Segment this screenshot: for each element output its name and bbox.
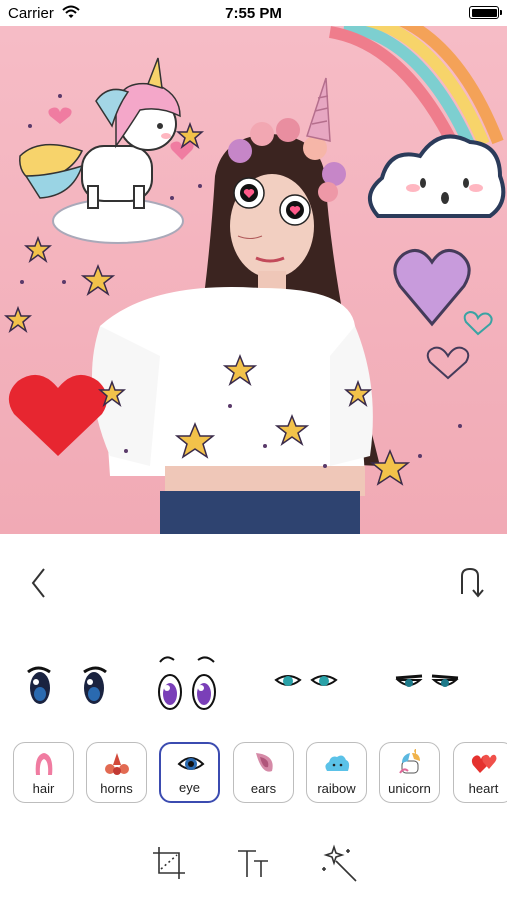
- category-label: horns: [100, 781, 133, 796]
- text-tool[interactable]: [234, 843, 274, 883]
- category-label: heart: [468, 781, 499, 796]
- photo-canvas[interactable]: [0, 26, 507, 534]
- category-label: eye: [179, 780, 200, 795]
- battery-icon: [469, 6, 502, 19]
- category-label: ears: [250, 781, 277, 796]
- anime-eyes-teal-icon: [274, 675, 338, 686]
- eye-icon: [177, 757, 205, 770]
- sticker-option-purple-eyes[interactable]: [152, 650, 222, 720]
- undo-arrow-icon: [461, 567, 484, 598]
- sticker-option-teal-eyes[interactable]: [272, 650, 342, 720]
- category-raibow[interactable]: raibow: [306, 742, 367, 803]
- category-bar: hair horns eye ears raibow unicorn heart: [0, 740, 507, 806]
- magic-wand-icon: [322, 844, 357, 882]
- undo-button[interactable]: [455, 566, 485, 600]
- category-ears[interactable]: ears: [233, 742, 294, 803]
- category-horns[interactable]: horns: [86, 742, 147, 803]
- category-unicorn[interactable]: unicorn: [379, 742, 440, 803]
- category-label: raibow: [317, 781, 356, 796]
- category-label: unicorn: [388, 781, 431, 796]
- category-label: hair: [32, 781, 55, 796]
- crop-tool[interactable]: [149, 843, 189, 883]
- heart-icon: [471, 754, 497, 773]
- horns-icon: [105, 753, 129, 775]
- back-button[interactable]: [26, 566, 52, 600]
- hair-icon: [35, 753, 53, 775]
- sticker-option-dark-eyes[interactable]: [22, 650, 114, 720]
- chevron-left-icon: [31, 568, 45, 598]
- cloud-icon: [325, 755, 350, 771]
- unicorn-icon: [399, 749, 420, 774]
- anime-eyes-dark-icon: [27, 666, 107, 704]
- status-bar: Carrier 7:55 PM: [0, 0, 507, 26]
- anime-eyes-purple-icon: [158, 656, 216, 710]
- ears-icon: [256, 753, 273, 772]
- category-eye[interactable]: eye: [159, 742, 220, 803]
- text-icon: [238, 850, 268, 877]
- sticker-option-narrow-eyes[interactable]: [392, 650, 462, 720]
- edited-photo: [0, 26, 507, 534]
- anime-eyes-narrow-icon: [395, 674, 459, 687]
- crop-icon: [153, 847, 185, 879]
- clock: 7:55 PM: [225, 5, 282, 22]
- category-hair[interactable]: hair: [13, 742, 74, 803]
- magic-wand-tool[interactable]: [320, 843, 360, 883]
- category-heart[interactable]: heart: [453, 742, 507, 803]
